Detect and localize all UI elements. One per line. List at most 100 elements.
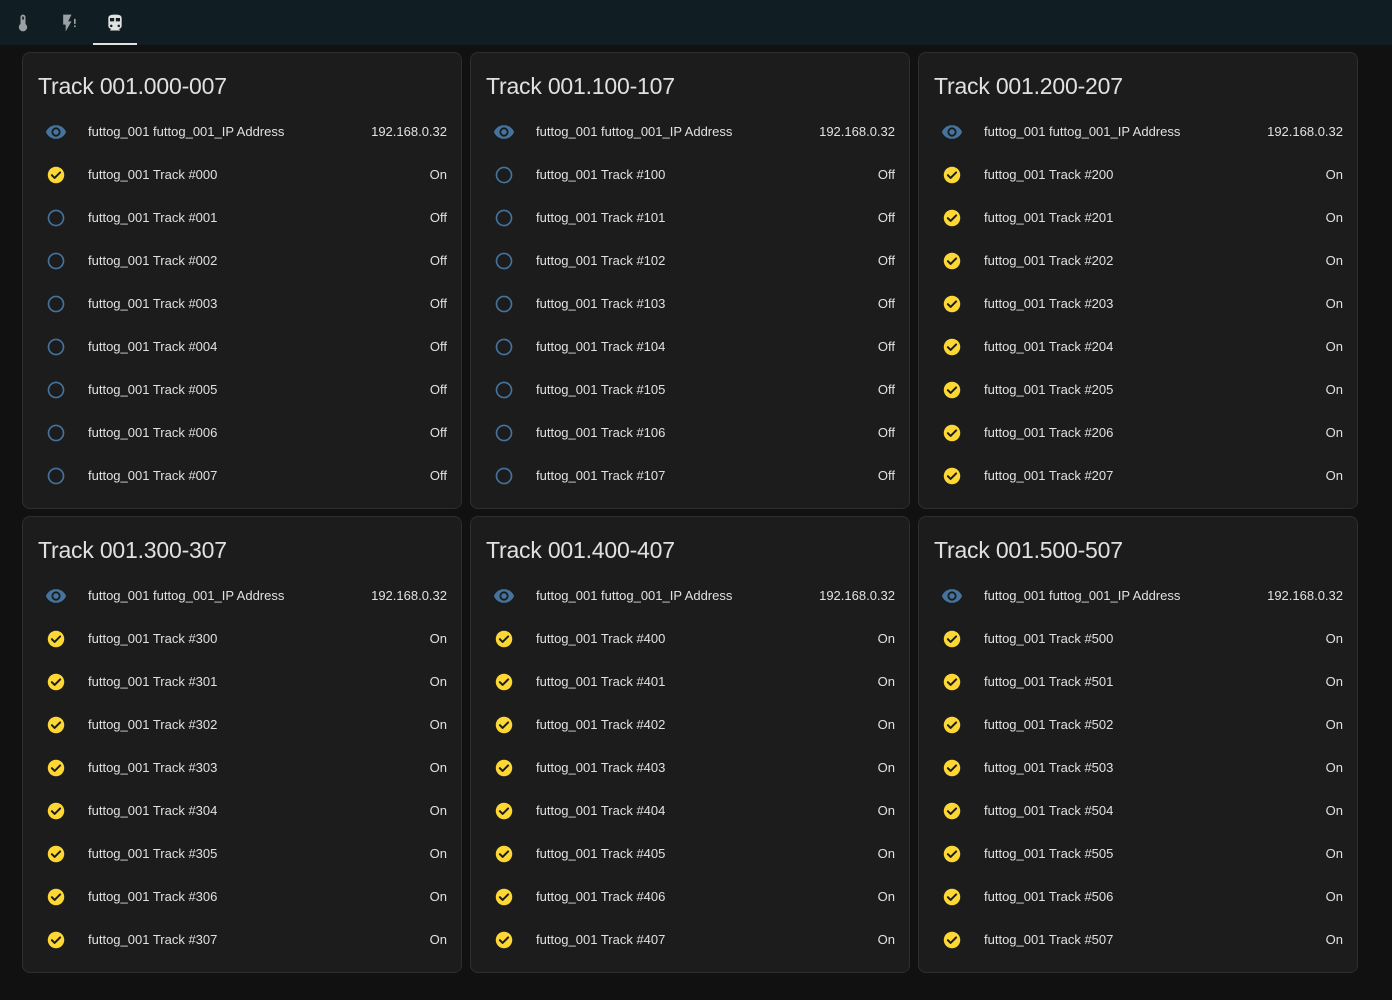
entity-row-track[interactable]: futtog_001 Track #107 Off xyxy=(471,454,909,497)
checkbox-marked-circle-icon xyxy=(45,757,67,779)
tab-thermometer[interactable] xyxy=(1,0,45,45)
entity-row-track[interactable]: futtog_001 Track #207 On xyxy=(919,454,1357,497)
entity-name: futtog_001 Track #306 xyxy=(88,889,218,904)
entity-name: futtog_001 Track #202 xyxy=(984,253,1114,268)
entity-state: On xyxy=(429,674,447,689)
entity-state: On xyxy=(1325,382,1343,397)
entity-row-track[interactable]: futtog_001 Track #005 Off xyxy=(23,368,461,411)
entity-row-ip-address[interactable]: futtog_001 futtog_001_IP Address 192.168… xyxy=(919,110,1357,153)
entity-row-track[interactable]: futtog_001 Track #404 On xyxy=(471,789,909,832)
entity-name: futtog_001 Track #103 xyxy=(536,296,666,311)
checkbox-marked-circle-icon xyxy=(493,757,515,779)
entity-row-track[interactable]: futtog_001 Track #403 On xyxy=(471,746,909,789)
entity-row-track[interactable]: futtog_001 Track #405 On xyxy=(471,832,909,875)
entity-row-track[interactable]: futtog_001 Track #206 On xyxy=(919,411,1357,454)
entity-row-track[interactable]: futtog_001 Track #302 On xyxy=(23,703,461,746)
entity-row-track[interactable]: futtog_001 Track #205 On xyxy=(919,368,1357,411)
entity-name: futtog_001 Track #505 xyxy=(984,846,1114,861)
entity-row-track[interactable]: futtog_001 Track #200 On xyxy=(919,153,1357,196)
checkbox-marked-circle-icon xyxy=(941,207,963,229)
entity-state: Off xyxy=(877,296,895,311)
entity-row-track[interactable]: futtog_001 Track #204 On xyxy=(919,325,1357,368)
entity-row-track[interactable]: futtog_001 Track #106 Off xyxy=(471,411,909,454)
entity-list: futtog_001 futtog_001_IP Address 192.168… xyxy=(23,110,461,497)
checkbox-marked-circle-icon xyxy=(493,929,515,951)
entity-row-track[interactable]: futtog_001 Track #504 On xyxy=(919,789,1357,832)
checkbox-blank-circle-outline-icon xyxy=(493,379,515,401)
entity-row-track[interactable]: futtog_001 Track #001 Off xyxy=(23,196,461,239)
entity-row-track[interactable]: futtog_001 Track #406 On xyxy=(471,875,909,918)
entity-state: On xyxy=(1325,253,1343,268)
entity-name: futtog_001 Track #405 xyxy=(536,846,666,861)
entity-row-track[interactable]: futtog_001 Track #100 Off xyxy=(471,153,909,196)
entity-row-track[interactable]: futtog_001 Track #000 On xyxy=(23,153,461,196)
entity-row-track[interactable]: futtog_001 Track #305 On xyxy=(23,832,461,875)
checkbox-marked-circle-icon xyxy=(45,628,67,650)
entities-card: Track 001.300-307 futtog_001 futtog_001_… xyxy=(22,516,462,973)
entity-row-track[interactable]: futtog_001 Track #104 Off xyxy=(471,325,909,368)
entity-row-track[interactable]: futtog_001 Track #502 On xyxy=(919,703,1357,746)
entity-row-track[interactable]: futtog_001 Track #307 On xyxy=(23,918,461,961)
entity-row-track[interactable]: futtog_001 Track #006 Off xyxy=(23,411,461,454)
dashboard-grid: Track 001.000-007 futtog_001 futtog_001_… xyxy=(22,52,1358,973)
entity-row-track[interactable]: futtog_001 Track #103 Off xyxy=(471,282,909,325)
entity-row-ip-address[interactable]: futtog_001 futtog_001_IP Address 192.168… xyxy=(23,110,461,153)
card-title: Track 001.500-507 xyxy=(934,537,1123,563)
entity-state: On xyxy=(1325,425,1343,440)
entities-card: Track 001.100-107 futtog_001 futtog_001_… xyxy=(470,52,910,509)
checkbox-marked-circle-icon xyxy=(45,843,67,865)
entity-row-track[interactable]: futtog_001 Track #507 On xyxy=(919,918,1357,961)
entity-row-track[interactable]: futtog_001 Track #500 On xyxy=(919,617,1357,660)
entity-name: futtog_001 Track #303 xyxy=(88,760,218,775)
entity-name: futtog_001 Track #302 xyxy=(88,717,218,732)
entity-state: On xyxy=(1325,846,1343,861)
entity-row-track[interactable]: futtog_001 Track #402 On xyxy=(471,703,909,746)
entity-row-track[interactable]: futtog_001 Track #003 Off xyxy=(23,282,461,325)
entity-row-track[interactable]: futtog_001 Track #201 On xyxy=(919,196,1357,239)
entity-row-track[interactable]: futtog_001 Track #300 On xyxy=(23,617,461,660)
entity-state: On xyxy=(429,167,447,182)
entity-row-track[interactable]: futtog_001 Track #400 On xyxy=(471,617,909,660)
entity-name: futtog_001 Track #003 xyxy=(88,296,218,311)
entity-row-track[interactable]: futtog_001 Track #506 On xyxy=(919,875,1357,918)
checkbox-blank-circle-outline-icon xyxy=(493,422,515,444)
entity-row-ip-address[interactable]: futtog_001 futtog_001_IP Address 192.168… xyxy=(471,110,909,153)
entity-row-track[interactable]: futtog_001 Track #004 Off xyxy=(23,325,461,368)
entity-row-track[interactable]: futtog_001 Track #501 On xyxy=(919,660,1357,703)
entity-row-track[interactable]: futtog_001 Track #304 On xyxy=(23,789,461,832)
entity-name: futtog_001 Track #204 xyxy=(984,339,1114,354)
entity-row-track[interactable]: futtog_001 Track #002 Off xyxy=(23,239,461,282)
entity-row-track[interactable]: futtog_001 Track #303 On xyxy=(23,746,461,789)
entity-row-track[interactable]: futtog_001 Track #203 On xyxy=(919,282,1357,325)
entity-state: On xyxy=(1325,803,1343,818)
entity-state: On xyxy=(429,846,447,861)
entity-row-track[interactable]: futtog_001 Track #101 Off xyxy=(471,196,909,239)
tab-flash-alert[interactable] xyxy=(47,0,91,45)
entity-name: futtog_001 Track #000 xyxy=(88,167,218,182)
checkbox-blank-circle-outline-icon xyxy=(493,250,515,272)
entity-name: futtog_001 Track #002 xyxy=(88,253,218,268)
entity-row-track[interactable]: futtog_001 Track #306 On xyxy=(23,875,461,918)
entity-row-track[interactable]: futtog_001 Track #102 Off xyxy=(471,239,909,282)
entity-name: futtog_001 Track #503 xyxy=(984,760,1114,775)
eye-icon xyxy=(493,585,515,607)
checkbox-marked-circle-icon xyxy=(941,250,963,272)
entity-row-ip-address[interactable]: futtog_001 futtog_001_IP Address 192.168… xyxy=(23,574,461,617)
entity-row-track[interactable]: futtog_001 Track #301 On xyxy=(23,660,461,703)
entity-row-track[interactable]: futtog_001 Track #007 Off xyxy=(23,454,461,497)
entity-row-ip-address[interactable]: futtog_001 futtog_001_IP Address 192.168… xyxy=(919,574,1357,617)
entity-row-track[interactable]: futtog_001 Track #202 On xyxy=(919,239,1357,282)
tab-train[interactable] xyxy=(93,0,137,45)
entity-row-track[interactable]: futtog_001 Track #401 On xyxy=(471,660,909,703)
entity-name: futtog_001 Track #304 xyxy=(88,803,218,818)
entity-row-track[interactable]: futtog_001 Track #505 On xyxy=(919,832,1357,875)
entity-row-track[interactable]: futtog_001 Track #503 On xyxy=(919,746,1357,789)
entity-name: futtog_001 Track #101 xyxy=(536,210,666,225)
entities-card: Track 001.500-507 futtog_001 futtog_001_… xyxy=(918,516,1358,973)
checkbox-blank-circle-outline-icon xyxy=(45,293,67,315)
entity-row-ip-address[interactable]: futtog_001 futtog_001_IP Address 192.168… xyxy=(471,574,909,617)
entity-row-track[interactable]: futtog_001 Track #407 On xyxy=(471,918,909,961)
entity-row-track[interactable]: futtog_001 Track #105 Off xyxy=(471,368,909,411)
entity-state: On xyxy=(1325,760,1343,775)
checkbox-marked-circle-icon xyxy=(493,843,515,865)
